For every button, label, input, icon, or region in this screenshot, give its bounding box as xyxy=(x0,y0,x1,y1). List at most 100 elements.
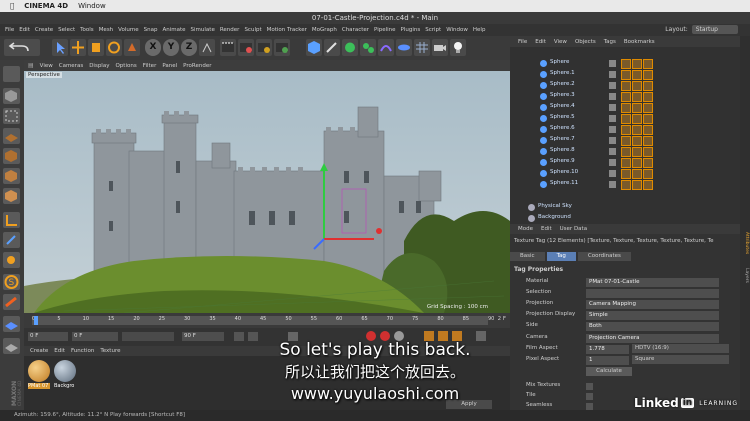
texture-tag-icon[interactable] xyxy=(643,92,653,102)
menu-file[interactable]: File xyxy=(5,27,14,33)
menu-script[interactable]: Script xyxy=(425,27,441,33)
object-menu-tags[interactable]: Tags xyxy=(604,39,616,45)
visibility-toggle[interactable] xyxy=(609,148,616,155)
viewport-nav-icon[interactable]: ▤ xyxy=(28,62,34,69)
menu-mesh[interactable]: Mesh xyxy=(99,27,113,33)
visibility-toggle[interactable] xyxy=(609,115,616,122)
object-row[interactable]: Physical Sky xyxy=(510,202,740,213)
tab-layers[interactable]: Layers xyxy=(741,268,749,283)
menu-animate[interactable]: Animate xyxy=(162,27,185,33)
texture-tag-icon[interactable] xyxy=(632,92,642,102)
texture-tag-icon[interactable] xyxy=(643,147,653,157)
object-row[interactable]: Sphere.8 xyxy=(510,146,740,157)
object-row[interactable]: Background xyxy=(510,213,740,224)
menu-pipeline[interactable]: Pipeline xyxy=(374,27,396,33)
visibility-toggle[interactable] xyxy=(609,60,616,67)
texture-tag-icon[interactable] xyxy=(621,169,631,179)
texture-tag-icon[interactable] xyxy=(643,81,653,91)
y-axis-lock-icon[interactable]: Y xyxy=(163,39,179,56)
spline-pen-icon[interactable] xyxy=(324,39,340,56)
environment-icon[interactable] xyxy=(396,39,412,56)
menu-sculpt[interactable]: Sculpt xyxy=(244,27,261,33)
menu-plugins[interactable]: Plugins xyxy=(401,27,421,33)
texture-tag-icon[interactable] xyxy=(632,180,642,190)
object-row[interactable]: Sphere.2 xyxy=(510,80,740,91)
texture-tag-icon[interactable] xyxy=(632,158,642,168)
z-axis-lock-icon[interactable]: Z xyxy=(181,39,197,56)
texture-tag-icon[interactable] xyxy=(632,169,642,179)
object-menu-file[interactable]: File xyxy=(518,39,527,45)
locked-workplane-icon[interactable] xyxy=(3,294,20,310)
object-row[interactable]: Sphere.9 xyxy=(510,157,740,168)
object-row[interactable]: Sphere.10 xyxy=(510,168,740,179)
attribute-value[interactable]: Simple xyxy=(586,311,719,320)
texture-tag-icon[interactable] xyxy=(632,136,642,146)
snap-icon[interactable]: S xyxy=(3,274,20,290)
menu-volume[interactable]: Volume xyxy=(118,27,138,33)
axis-mode-icon[interactable] xyxy=(3,212,20,228)
menu-mograph[interactable]: MoGraph xyxy=(312,27,337,33)
attribute-value[interactable] xyxy=(586,289,719,298)
subdivision-surface-icon[interactable] xyxy=(342,39,358,56)
light-icon[interactable] xyxy=(450,39,466,56)
texture-tag-icon[interactable] xyxy=(621,70,631,80)
menu-tools[interactable]: Tools xyxy=(80,27,94,33)
object-row[interactable]: Sphere xyxy=(510,58,740,69)
texture-tag-icon[interactable] xyxy=(643,114,653,124)
menu-render[interactable]: Render xyxy=(220,27,240,33)
move-icon[interactable] xyxy=(70,39,86,56)
rotate-icon[interactable] xyxy=(106,39,122,56)
array-icon[interactable] xyxy=(360,39,376,56)
layout-selector[interactable]: Layout: Startup xyxy=(665,25,738,34)
viewport-menu-cameras[interactable]: Cameras xyxy=(59,63,83,69)
object-menu-view[interactable]: View xyxy=(554,39,567,45)
object-row[interactable]: Sphere.5 xyxy=(510,113,740,124)
perspective-viewport[interactable]: Perspective Grid Spacing : 100 cm xyxy=(24,71,510,313)
make-editable-icon[interactable] xyxy=(3,66,20,82)
texture-tag-icon[interactable] xyxy=(621,103,631,113)
viewport-menu-filter[interactable]: Filter xyxy=(143,63,157,69)
x-axis-lock-icon[interactable]: X xyxy=(145,39,161,56)
model-mode-icon[interactable] xyxy=(3,88,20,104)
texture-tag-icon[interactable] xyxy=(643,59,653,69)
render-picture-viewer-icon[interactable] xyxy=(238,39,254,56)
scale-icon[interactable] xyxy=(88,39,104,56)
attribute-menu-edit[interactable]: Edit xyxy=(541,226,552,232)
points-mode-icon[interactable] xyxy=(3,148,20,164)
texture-tag-icon[interactable] xyxy=(621,180,631,190)
object-row[interactable]: Sphere.6 xyxy=(510,124,740,135)
texture-tag-icon[interactable] xyxy=(643,169,653,179)
tab-basic[interactable]: Basic xyxy=(510,252,545,261)
texture-tag-icon[interactable] xyxy=(632,114,642,124)
object-row[interactable]: Sphere.11 xyxy=(510,179,740,190)
visibility-toggle[interactable] xyxy=(609,93,616,100)
attribute-menu-mode[interactable]: Mode xyxy=(518,226,533,232)
object-row[interactable]: Sphere.1 xyxy=(510,69,740,80)
attribute-value[interactable]: Camera Mapping xyxy=(586,300,719,309)
render-view-icon[interactable] xyxy=(220,39,236,56)
visibility-toggle[interactable] xyxy=(609,170,616,177)
timeline[interactable]: 051015202530354045505560657075808590 2 F xyxy=(24,313,510,328)
floor-grid-icon[interactable] xyxy=(414,39,430,56)
playhead[interactable] xyxy=(34,316,38,325)
undo-icon[interactable] xyxy=(4,39,40,56)
visibility-toggle[interactable] xyxy=(609,137,616,144)
menu-select[interactable]: Select xyxy=(58,27,75,33)
texture-tag-icon[interactable] xyxy=(632,147,642,157)
attribute-value[interactable]: Both xyxy=(586,322,719,331)
texture-tag-icon[interactable] xyxy=(621,81,631,91)
menu-motion-tracker[interactable]: Motion Tracker xyxy=(267,27,307,33)
recent-tool-icon[interactable] xyxy=(124,39,140,56)
texture-tag-icon[interactable] xyxy=(643,158,653,168)
texture-tag-icon[interactable] xyxy=(632,125,642,135)
menu-help[interactable]: Help xyxy=(473,27,486,33)
window-menu[interactable]: Window xyxy=(78,2,106,10)
soft-selection-icon[interactable] xyxy=(3,252,20,268)
texture-tag-icon[interactable] xyxy=(643,70,653,80)
viewport-menu-prorender[interactable]: ProRender xyxy=(183,63,211,69)
layout-dropdown[interactable]: Startup xyxy=(691,25,738,34)
tweak-mode-icon[interactable] xyxy=(3,232,20,248)
planar-workplane-icon[interactable] xyxy=(3,316,20,332)
viewport-menu-options[interactable]: Options xyxy=(115,63,136,69)
texture-tag-icon[interactable] xyxy=(632,103,642,113)
